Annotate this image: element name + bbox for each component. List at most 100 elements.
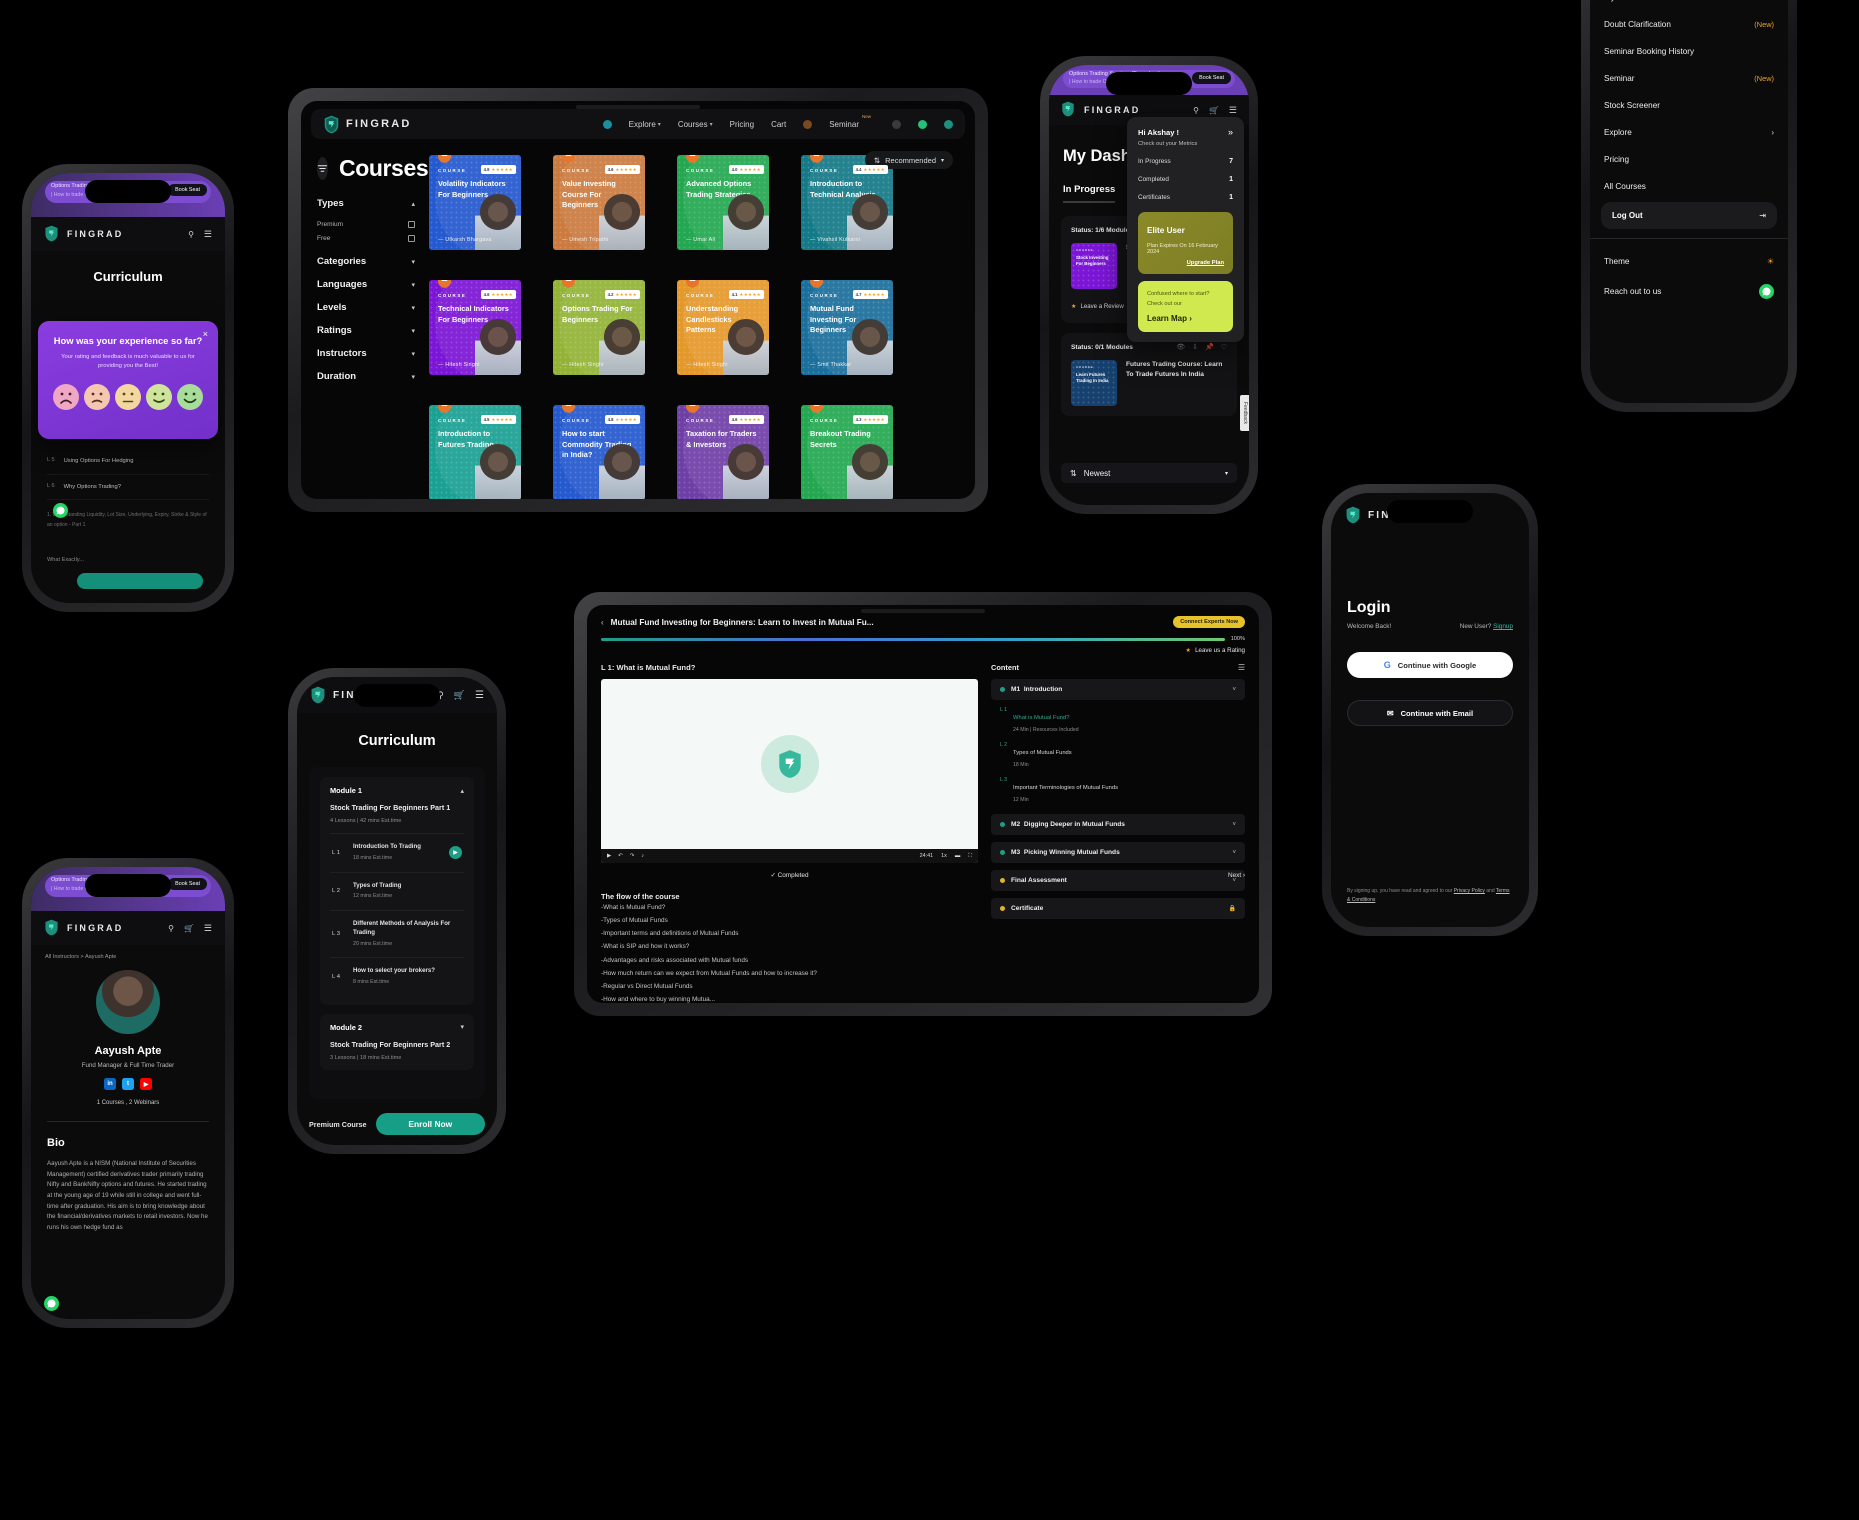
course-card[interactable]: COURSE 4.7 ★★★★★ Mutual Fund Investing For … [801,280,893,375]
continue-with-email-button[interactable]: ✉ Continue with Email [1347,700,1513,726]
brand-logo[interactable]: FINGRAD [44,225,123,244]
menu-item-doubt-clarification[interactable]: Doubt Clarification (New) [1590,11,1788,38]
chevron-left-icon[interactable]: ‹ [601,618,604,627]
course-card[interactable]: COURSE 4.4 ★★★★★ Introduction to Technical … [801,155,893,250]
chevron-down-icon[interactable]: ˅ [1232,822,1236,828]
course-card[interactable]: COURSE 4.1 ★★★★★ Understanding Candlesticks… [677,280,769,375]
menu-item-all-courses[interactable]: All Courses [1590,173,1788,200]
learn-map-card[interactable]: Confused where to start? Check out our L… [1138,281,1233,332]
menu-item-stock-screener[interactable]: Stock Screener [1590,92,1788,119]
play-icon[interactable]: ▶ [607,853,611,859]
filter-group-languages[interactable]: Languages ▾ [317,279,415,290]
brand-logo[interactable]: FINGRAD [1061,101,1140,120]
whatsapp-icon[interactable] [44,1296,59,1311]
sun-icon[interactable]: ☀ [1767,257,1774,266]
course-card[interactable]: COURSE 4.3 ★★★★★ Breakout Trading Secrets [801,405,893,499]
lesson-row[interactable]: L 3 Different Methods of Analysis For Tr… [330,910,464,957]
filter-group-levels[interactable]: Levels ▾ [317,302,415,313]
book-seat-button[interactable]: Book Seat [168,184,207,196]
chevron-down-icon[interactable]: ˅ [1232,850,1236,856]
youtube-icon[interactable]: ▶ [140,1078,152,1090]
next-lesson-button[interactable]: Next › [1228,872,1245,879]
search-icon[interactable]: ⚲ [1193,106,1199,115]
video-player[interactable]: ▶ ↶ ↷ ♪ 24:41 1x ▬ ⛶ [601,679,978,863]
lesson-row[interactable]: L 3 Important Terminologies of Mutual Fu… [991,770,1245,805]
cart-icon[interactable]: 🛒 [184,924,194,933]
lesson-row[interactable]: L 1 What is Mutual Fund? 24 Min | Resour… [991,700,1245,735]
rewind-icon[interactable]: ↶ [618,853,623,859]
volume-icon[interactable]: ♪ [641,853,644,859]
close-icon[interactable]: × [203,329,208,339]
course-card[interactable]: COURSE 4.0 ★★★★★ Advanced Options Trading S… [677,155,769,250]
whatsapp-icon[interactable] [53,503,68,518]
lesson-row[interactable]: L 1 Introduction To Trading 18 mins Est.… [330,833,464,872]
playback-speed[interactable]: 1x [941,853,947,859]
rating-face-very-sad[interactable] [53,384,79,411]
lesson-row[interactable]: L 2 Types of Trading 12 mins Est.time [330,871,464,911]
twitter-icon[interactable]: t [122,1078,134,1090]
nav-item-pricing[interactable]: Pricing [730,120,754,129]
module-row[interactable]: M2 Digging Deeper in Mutual Funds ˅ [991,814,1245,835]
filter-icon[interactable] [317,157,328,180]
course-card[interactable]: PREMIUM COURSECOURSE4.9★★★★★Volatility I… [429,155,521,250]
leave-rating-link[interactable]: ★ Leave us a Rating [587,642,1259,654]
filter-option-free[interactable]: Free [317,235,415,242]
course-card[interactable]: COURSE 4.8 ★★★★★ How to start Commodity Tra… [553,405,645,499]
log-out-button[interactable]: Log Out ⇥ [1601,202,1777,229]
leave-review-link[interactable]: ★ Leave a Review [1071,303,1124,310]
course-card[interactable]: COURSE 4.6 ★★★★★ Technical Indicators For B… [429,280,521,375]
nav-item-explore[interactable]: Explore ▾ [629,120,661,129]
checkbox[interactable] [408,221,415,228]
nav-item-seminar[interactable]: Seminar New [829,114,871,129]
chevron-down-icon[interactable]: ˅ [1232,687,1236,693]
nav-item-cart[interactable]: Cart [771,120,786,129]
feedback-tab[interactable]: Feedback [1240,395,1249,431]
sort-dropdown[interactable]: ⇅ Newest ▾ [1061,463,1237,483]
chevron-up-icon[interactable]: ▴ [460,787,464,795]
module-row[interactable]: M3 Picking Winning Mutual Funds ˅ [991,842,1245,863]
rating-face-neutral[interactable] [115,384,141,411]
list-item[interactable]: L 5 Using Options For Hedging [47,449,209,475]
rating-face-sad[interactable] [84,384,110,411]
notification-icon[interactable] [892,119,901,129]
tab-in-progress[interactable]: In Progress [1063,184,1116,203]
whatsapp-icon[interactable] [1759,284,1774,299]
nav-item-courses[interactable]: Courses ▾ [678,120,713,129]
expand-icon[interactable]: » [1228,127,1233,137]
filter-group-categories[interactable]: Categories ▾ [317,256,415,267]
forward-icon[interactable]: ↷ [630,853,635,859]
continue-with-google-button[interactable]: G Continue with Google [1347,652,1513,678]
heart-icon[interactable]: ♡ [1221,343,1227,351]
course-card[interactable]: COURSE 4.6 ★★★★★ Value Investing Course For… [553,155,645,250]
course-card[interactable]: COURSE 4.5 ★★★★★ Introduction to Futures Tr… [429,405,521,499]
video-controls[interactable]: ▶ ↶ ↷ ♪ 24:41 1x ▬ ⛶ [601,849,978,863]
book-seat-button[interactable]: Book Seat [1192,72,1231,84]
filter-group-ratings[interactable]: Ratings ▾ [317,325,415,336]
module-row[interactable]: M1 Introduction ˅ [991,679,1245,700]
menu-item-seminar[interactable]: Seminar (New) [1590,65,1788,92]
play-icon[interactable]: ▶ [449,846,462,860]
captions-icon[interactable]: ▬ [955,853,960,859]
filter-group-instructors[interactable]: Instructors ▾ [317,348,415,359]
menu-item-explore[interactable]: Explore › [1590,119,1788,146]
privacy-policy-link[interactable]: Privacy Policy [1454,888,1485,894]
list-icon[interactable]: ☰ [1238,663,1245,672]
menu-item-pricing[interactable]: Pricing [1590,146,1788,173]
cart-icon[interactable]: 🛒 [454,690,465,701]
signup-link[interactable]: Signup [1493,623,1513,630]
cart-icon[interactable]: 🛒 [1209,106,1219,115]
brand-logo[interactable]: FINGRAD [323,115,412,134]
fullscreen-icon[interactable]: ⛶ [968,853,972,860]
menu-item-reach-out[interactable]: Reach out to us [1590,275,1788,308]
pin-icon[interactable]: 📌 [1205,343,1214,351]
menu-icon[interactable]: ☰ [204,229,212,240]
rating-face-very-happy[interactable] [177,384,203,411]
menu-icon[interactable]: ☰ [1229,105,1237,116]
filter-option-premium[interactable]: Premium [317,221,415,228]
filter-group-duration[interactable]: Duration ▾ [317,371,415,382]
primary-action-pill[interactable] [77,573,203,589]
course-card[interactable]: COURSE 4.6 ★★★★★ Taxation for Traders & Inv… [677,405,769,499]
checkbox[interactable] [408,235,415,242]
search-icon[interactable]: ⚲ [188,230,194,239]
menu-item-seminar-booking-history[interactable]: Seminar Booking History [1590,38,1788,65]
